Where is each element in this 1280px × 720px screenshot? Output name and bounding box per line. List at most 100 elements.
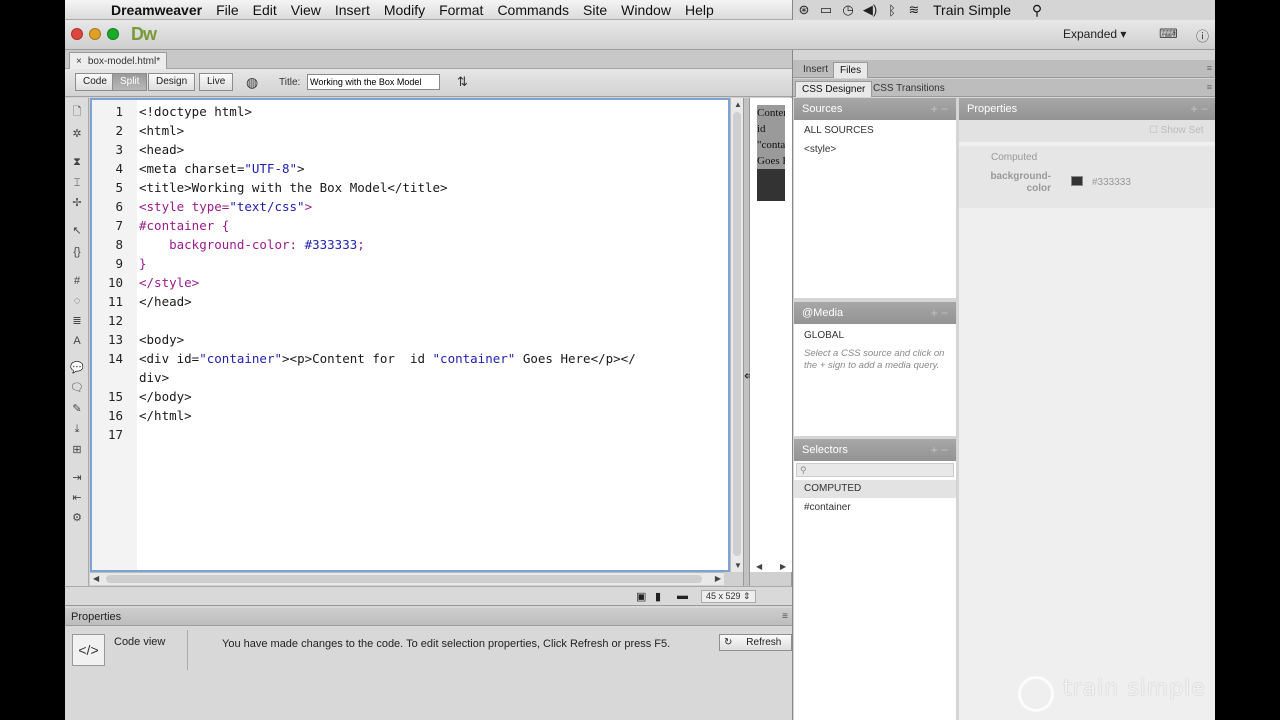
line-number: 14 [107,351,123,366]
add-remove-selector-icon[interactable]: + − [931,439,948,461]
menubar-user[interactable]: Train Simple [933,2,1011,18]
line-number: 3 [115,142,123,157]
bluetooth-icon[interactable]: ᛒ [881,3,903,18]
code-vertical-scrollbar[interactable]: ▲ ▼ [730,98,743,572]
info-icon[interactable]: ⓘ [1196,26,1209,45]
desktop-size-icon[interactable]: ▬ [677,590,688,602]
scroll-thumb[interactable] [106,575,702,583]
file-management-icon[interactable]: ⇅ [457,74,468,90]
tablet-size-icon[interactable]: ▮ [655,590,661,603]
menu-help[interactable]: Help [685,2,714,18]
add-remove-property-icon[interactable]: + − [1191,98,1208,120]
close-tab-icon[interactable]: × [76,54,82,69]
menu-view[interactable]: View [291,2,321,18]
spotlight-search-icon[interactable]: ⚲ [1025,2,1049,19]
word-wrap-icon[interactable]: ≣ [69,313,85,329]
code-editor[interactable]: 1 <!doctype html> 2 <html> 3 <head> 4 <meta cha… [90,98,730,572]
syntax-coloring-icon[interactable]: A [69,333,85,349]
scroll-down-icon[interactable]: ▼ [734,561,742,570]
tab-files[interactable]: Files [833,62,869,78]
prop-value-background-color[interactable]: #333333 [1092,177,1131,188]
indent-code-icon[interactable]: ⇥ [69,470,85,486]
selector-computed[interactable]: COMPUTED [804,483,861,494]
menu-format[interactable]: Format [439,2,483,18]
balance-braces-icon[interactable]: {} [69,244,85,260]
mobile-size-icon[interactable]: ▣ [636,590,646,603]
selector-item-container[interactable]: #container [804,502,851,513]
display-icon[interactable]: ▭ [815,2,837,18]
wrap-tag-icon[interactable]: ✎ [69,401,85,417]
design-view-pane[interactable]: Content for id "container" Goes Here ◀ ▶ [750,98,792,572]
scroll-right-icon[interactable]: ▶ [715,574,721,583]
highlight-invalid-code-icon[interactable]: ◌ [69,293,85,309]
source-item-style[interactable]: <style> [804,144,836,155]
design-container-box[interactable]: Content for id "container" Goes Here [757,105,785,201]
workspace-switcher[interactable]: Expanded ▾ [1063,27,1126,41]
format-source-icon[interactable]: ⚙ [69,510,85,526]
add-remove-source-icon[interactable]: + − [931,98,948,120]
menu-insert[interactable]: Insert [335,2,370,18]
select-parent-tag-icon[interactable]: ↖ [69,223,85,239]
code-token: <meta charset= [139,161,245,176]
split-view-divider[interactable] [743,98,750,586]
window-close-button[interactable] [71,28,83,40]
scroll-up-icon[interactable]: ▲ [734,100,742,109]
panel-menu-icon[interactable]: ≡ [1207,63,1212,73]
open-documents-icon[interactable]: 🗋 [69,104,85,120]
window-maximize-button[interactable] [107,28,119,40]
menu-modify[interactable]: Modify [384,2,425,18]
creative-cloud-icon[interactable]: ⊛ [793,2,815,18]
time-machine-icon[interactable]: ◷ [837,2,859,18]
sync-settings-icon[interactable]: ⌨ [1159,26,1178,42]
outdent-code-icon[interactable]: ⇤ [69,490,85,506]
panel-menu-icon[interactable]: ≡ [1207,82,1212,92]
view-design-button[interactable]: Design [148,73,196,91]
color-swatch[interactable] [1071,176,1083,186]
move-css-icon[interactable]: ⊞ [69,442,85,458]
document-window: × box-model.html* Code Split Design Live… [65,50,792,605]
document-tab[interactable]: × box-model.html* [69,52,168,69]
code-horizontal-scrollbar[interactable]: ◀ ▶ [90,572,724,585]
media-global[interactable]: GLOBAL [804,330,844,341]
collapse-selection-icon[interactable]: ⌶ [69,175,85,191]
code-token: "text/css" [229,199,305,214]
view-code-button[interactable]: Code [75,73,115,91]
scroll-thumb[interactable] [733,112,741,556]
window-size-dropdown[interactable]: 45 x 529 ⇕ [701,590,756,603]
window-minimize-button[interactable] [89,28,101,40]
menu-app-name[interactable]: Dreamweaver [111,2,202,18]
panel-menu-icon[interactable]: ≡ [782,611,788,622]
view-live-button[interactable]: Live [199,73,234,91]
expand-all-icon[interactable]: ✢ [69,195,85,211]
selector-filter-input[interactable]: ⚲ [796,463,954,477]
menu-site[interactable]: Site [583,2,607,18]
page-title-input[interactable] [307,74,440,90]
refresh-button[interactable]: ↻ Refresh [719,634,792,651]
scroll-left-icon[interactable]: ◀ [93,574,99,583]
add-remove-media-icon[interactable]: + − [931,302,948,324]
view-split-button[interactable]: Split [112,73,148,91]
menu-commands[interactable]: Commands [497,2,569,18]
collapse-tag-icon[interactable]: ⧗ [69,154,85,170]
remove-comment-icon[interactable]: 🗨 [69,380,85,396]
properties-title[interactable]: Properties [71,611,121,623]
source-item-all[interactable]: ALL SOURCES [804,125,874,136]
menu-file[interactable]: File [216,2,239,18]
scroll-left-icon[interactable]: ◀ [756,562,762,571]
menu-window[interactable]: Window [621,2,671,18]
coding-toolbar: 🗋 ✲ ⧗ ⌶ ✢ ↖ {} # ◌ ≣ A 💬 🗨 ✎ ⤓ ⊞ ⇥ ⇤ ⚙ [65,98,89,586]
wifi-icon[interactable]: ≋ [903,2,925,18]
show-code-navigator-icon[interactable]: ✲ [69,126,85,142]
volume-icon[interactable]: ◀) [859,2,881,18]
show-set-checkbox[interactable]: ☐ Show Set [1149,125,1204,136]
menu-edit[interactable]: Edit [253,2,277,18]
insert-files-tabrow: Insert Files ≡ [793,60,1215,78]
tab-css-transitions[interactable]: CSS Transitions [867,81,951,97]
recent-snippets-icon[interactable]: ⤓ [69,421,85,437]
scroll-right-icon[interactable]: ▶ [780,562,786,571]
globe-preview-icon[interactable]: ◍ [246,74,258,91]
tab-insert[interactable]: Insert [797,62,834,78]
apply-comment-icon[interactable]: 💬 [69,360,85,376]
line-numbers-icon[interactable]: # [69,273,85,289]
tab-css-designer[interactable]: CSS Designer [795,81,873,97]
